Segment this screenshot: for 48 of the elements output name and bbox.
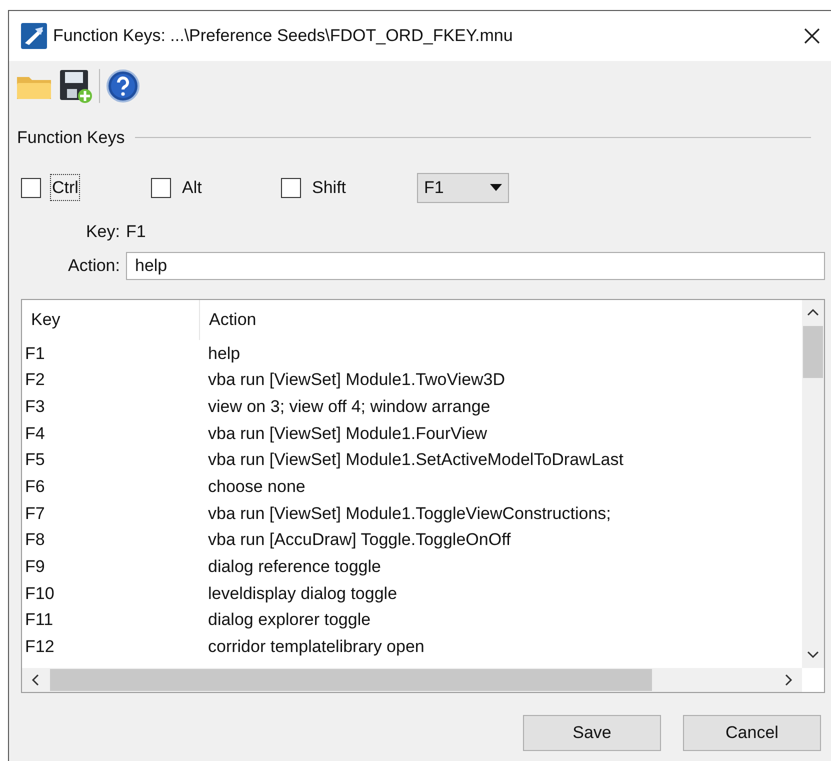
checkbox-label[interactable]: Alt (181, 174, 203, 200)
checkbox[interactable] (281, 178, 301, 198)
column-header[interactable]: Key (22, 300, 200, 340)
table-cell-text: F10 (24, 582, 56, 605)
help-icon[interactable] (106, 69, 140, 103)
table-cell-text: choose none (207, 476, 306, 498)
table-cell-text: F6 (24, 476, 46, 498)
table-cell-text: F5 (24, 449, 46, 472)
window-title: Function Keys: ...\Preference Seeds\FDOT_ORD_FKEY.mnu (53, 25, 513, 48)
table-cell-text: F2 (24, 369, 46, 392)
key-dropdown[interactable]: F1 (417, 172, 509, 202)
table-cell-text: help (207, 342, 242, 365)
table-cell-text: corridor templatelibrary open (207, 636, 426, 658)
checkbox[interactable] (21, 178, 41, 198)
horizontal-scroll-thumb[interactable] (50, 669, 652, 691)
column-header[interactable]: Action (200, 300, 802, 340)
close-icon[interactable] (803, 27, 821, 45)
action-field[interactable]: help (126, 252, 825, 280)
table-cell-text: F1 (24, 342, 46, 365)
dropdown-arrow-icon (490, 184, 502, 191)
table-cell-text: F7 (24, 502, 46, 525)
table-cell-text: dialog explorer toggle (207, 609, 372, 632)
dialog-button[interactable]: Cancel (683, 715, 821, 751)
table-cell-text: F9 (24, 556, 46, 578)
group-title: Function Keys (17, 127, 125, 149)
key-value: F1 (126, 220, 146, 242)
table-cell-text: F11 (24, 609, 54, 632)
checkbox-label[interactable]: Shift (311, 174, 348, 200)
checkbox[interactable] (151, 178, 171, 198)
table-cell-text: vba run [AccuDraw] Toggle.ToggleOnOff (207, 529, 512, 552)
save-disk-icon[interactable] (59, 68, 93, 104)
dialog-button[interactable]: Save (523, 715, 661, 751)
key-label: Key: (84, 220, 120, 242)
scroll-thumb[interactable] (803, 326, 823, 378)
app-icon (21, 23, 47, 49)
table-cell-text: vba run [ViewSet] Module1.FourView (207, 422, 488, 445)
table-cell-text: F4 (24, 422, 46, 445)
action-label: Action: (67, 255, 120, 278)
checkbox-label[interactable]: Ctrl (51, 174, 80, 200)
table-cell-text: F12 (24, 636, 56, 658)
table-cell-text: vba run [ViewSet] Module1.TwoView3D (207, 369, 506, 392)
table-cell-text: vba run [ViewSet] Module1.ToggleViewConstructions; (207, 502, 612, 525)
table-cell-text: leveldisplay dialog toggle (207, 582, 398, 605)
table-cell-text: vba run [ViewSet] Module1.SetActiveModelToDrawLast (207, 449, 624, 472)
table-cell-text: dialog reference toggle (207, 556, 382, 578)
table-cell-text: F8 (24, 529, 46, 552)
table-cell-text: view on 3; view off 4; window arrange (207, 396, 492, 418)
table-cell-text: F3 (24, 396, 46, 418)
